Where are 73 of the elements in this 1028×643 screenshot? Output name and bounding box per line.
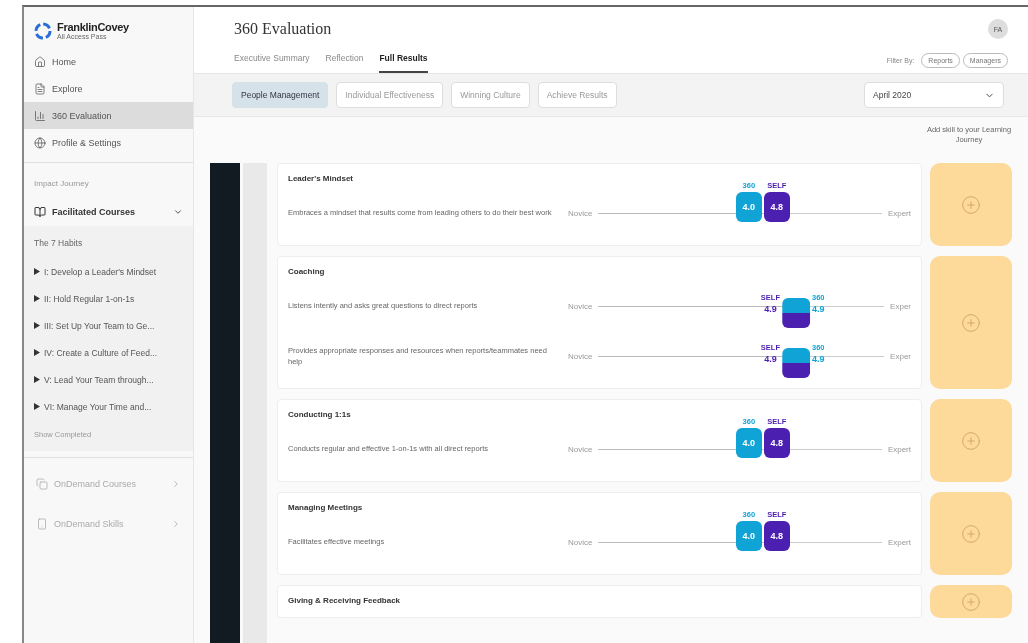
- caret-icon: [34, 322, 40, 329]
- score-value: 4.9: [764, 353, 777, 364]
- habit-item[interactable]: II: Hold Regular 1-on-1s: [24, 285, 193, 312]
- chevron-right-icon: [171, 479, 181, 489]
- page-title: 360 Evaluation: [234, 20, 332, 38]
- plus-circle-icon: [961, 430, 981, 451]
- add-skill-button[interactable]: [930, 256, 1012, 389]
- home-icon: [34, 55, 46, 68]
- scale-high-label: Expert: [887, 208, 911, 218]
- habit-item[interactable]: I: Develop a Leader's Mindset: [24, 258, 193, 285]
- scale-low-label: Novice: [568, 444, 593, 454]
- plus-circle-icon: [961, 523, 981, 544]
- skill-title: Managing Meetings: [288, 503, 364, 512]
- book-icon: [34, 206, 46, 218]
- score-value: 4.9: [764, 303, 777, 314]
- category-chip[interactable]: People Management: [232, 82, 329, 108]
- scale-high-label: Expert: [887, 537, 911, 547]
- nav-item[interactable]: Profile & Settings: [24, 129, 193, 156]
- bar-chart-icon: [34, 109, 46, 122]
- add-skill-button[interactable]: [930, 585, 1012, 618]
- caret-icon: [34, 295, 40, 302]
- score-badge: 4.0: [735, 427, 762, 458]
- logo-name: FranklinCovey: [57, 21, 129, 33]
- copy-icon: [36, 478, 48, 490]
- score-badge: 4.8: [763, 191, 790, 222]
- facilitated-courses-item[interactable]: Facilitated Courses: [24, 198, 193, 226]
- skill-title: Giving & Receiving Feedback: [288, 596, 402, 605]
- globe-icon: [34, 136, 46, 149]
- add-skill-button[interactable]: [930, 399, 1012, 482]
- scale-low-label: Novice: [568, 537, 593, 547]
- score-badge: 4.0: [735, 191, 762, 222]
- score-badge: 4.8: [763, 520, 790, 551]
- caret-icon: [34, 268, 40, 275]
- caret-icon: [34, 349, 40, 356]
- phone-icon: [36, 518, 48, 530]
- tab[interactable]: Executive Summary: [234, 47, 310, 73]
- plus-circle-icon: [961, 591, 981, 612]
- add-skill-button[interactable]: [930, 492, 1012, 575]
- score-value: 4.9: [812, 303, 825, 314]
- scale-high-label: Expert: [887, 444, 911, 454]
- score-value: 4.9: [812, 353, 825, 364]
- document-icon: [34, 82, 46, 95]
- add-skill-button[interactable]: [930, 163, 1012, 246]
- chevron-right-icon: [171, 519, 181, 529]
- section-label: Impact Journey: [33, 178, 90, 190]
- caret-icon: [34, 376, 40, 383]
- skill-title: Conducting 1:1s: [288, 410, 352, 419]
- caret-icon: [34, 403, 40, 410]
- tab[interactable]: Reflection: [325, 47, 364, 73]
- month-dropdown[interactable]: April 2020: [864, 82, 1004, 108]
- group-label: The 7 Habits: [33, 237, 84, 250]
- scale-low-label: Novice: [568, 351, 593, 361]
- score-marker: [782, 347, 810, 378]
- logo-icon: [34, 21, 52, 40]
- chevron-down-icon: [173, 207, 183, 217]
- skill-title: Coaching: [288, 267, 326, 276]
- nav-item[interactable]: Explore: [24, 75, 193, 102]
- habit-item[interactable]: III: Set Up Your Team to Ge...: [24, 312, 193, 339]
- plus-circle-icon: [961, 312, 981, 333]
- plus-circle-icon: [961, 194, 981, 215]
- score-marker: [782, 297, 810, 328]
- score-badge: 4.8: [763, 427, 790, 458]
- skill-title: Leader's Mindset: [288, 174, 355, 183]
- habit-item[interactable]: IV: Create a Culture of Feed...: [24, 339, 193, 366]
- scale-low-label: Novice: [568, 301, 593, 311]
- habit-item[interactable]: V: Lead Your Team through...: [24, 366, 193, 393]
- score-badge: 4.0: [735, 520, 762, 551]
- scale-high-label: Exper: [890, 301, 911, 311]
- scale-low-label: Novice: [568, 208, 593, 218]
- nav-item[interactable]: Home: [24, 48, 193, 75]
- habit-item[interactable]: VI: Manage Your Time and...: [24, 393, 193, 420]
- nav-item[interactable]: 360 Evaluation: [24, 102, 193, 129]
- scale-high-label: Exper: [890, 351, 911, 361]
